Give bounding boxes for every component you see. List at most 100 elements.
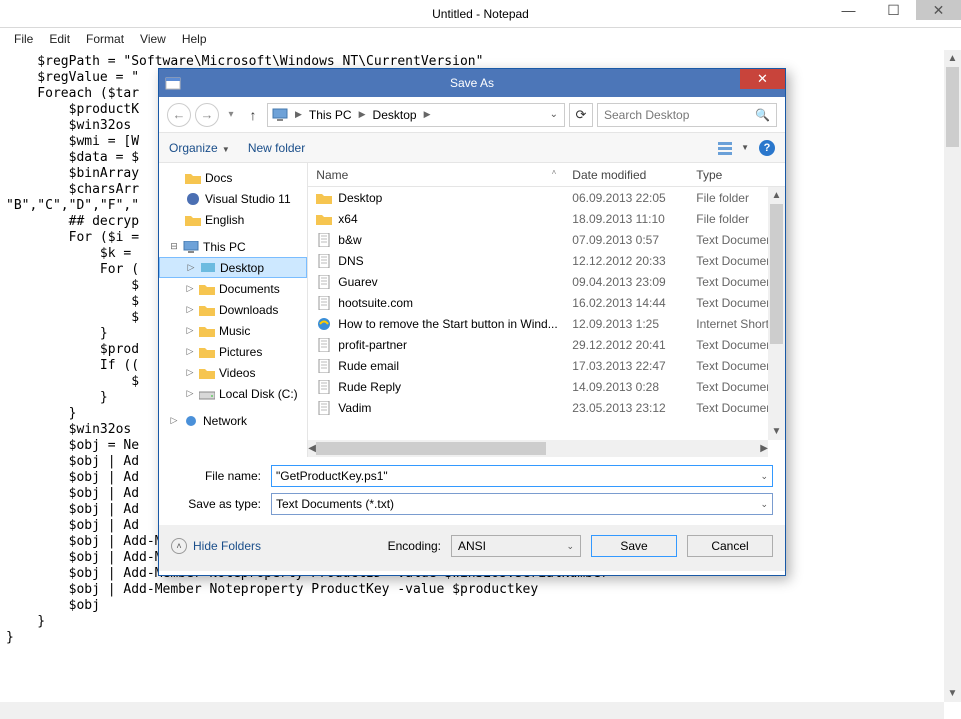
file-list-header[interactable]: Name˄ Date modified Type (308, 163, 785, 187)
cancel-button[interactable]: Cancel (687, 535, 773, 557)
chevron-right-icon[interactable]: ▶ (356, 109, 369, 120)
search-input[interactable]: Search Desktop 🔍 (597, 103, 777, 127)
dialog-title: Save As (450, 76, 494, 90)
dropdown-icon[interactable]: ⌄ (566, 541, 574, 552)
sort-indicator-icon: ˄ (552, 168, 557, 182)
hide-folders-button[interactable]: ˄ Hide Folders (171, 538, 261, 554)
scroll-up-icon[interactable]: ▲ (944, 50, 961, 67)
folder-icon (199, 345, 215, 359)
horizontal-scrollbar[interactable] (0, 702, 944, 719)
expand-icon[interactable]: ▷ (186, 262, 196, 273)
scroll-left-icon[interactable]: ◀ (308, 440, 316, 457)
file-row[interactable]: b&w07.09.2013 0:57Text Document (308, 229, 785, 250)
tree-desktop[interactable]: ▷Desktop (159, 257, 307, 278)
file-row[interactable]: How to remove the Start button in Wind..… (308, 313, 785, 334)
scroll-right-icon[interactable]: ▶ (760, 440, 768, 457)
text-icon (316, 275, 332, 289)
file-row[interactable]: profit-partner29.12.2012 20:41Text Docum… (308, 334, 785, 355)
address-dropdown-icon[interactable]: ⌄ (544, 109, 564, 120)
view-options-button[interactable]: ▼ (718, 141, 749, 155)
menu-help[interactable]: Help (174, 30, 215, 48)
tree-localdisk[interactable]: ▷Local Disk (C:) (159, 383, 307, 404)
column-date[interactable]: Date modified (564, 168, 688, 182)
maximize-button[interactable]: ☐ (871, 0, 916, 20)
tree-english[interactable]: English (159, 209, 307, 230)
file-name: Rude Reply (338, 380, 401, 394)
scroll-thumb[interactable] (770, 204, 783, 344)
file-date: 17.03.2013 22:47 (564, 359, 688, 373)
up-button[interactable]: ↑ (243, 105, 263, 125)
new-folder-button[interactable]: New folder (248, 141, 305, 155)
tree-pictures[interactable]: ▷Pictures (159, 341, 307, 362)
dialog-fields: File name: "GetProductKey.ps1"⌄ Save as … (159, 457, 785, 525)
collapse-icon[interactable]: ⊟ (169, 241, 179, 252)
refresh-button[interactable]: ⟳ (569, 103, 593, 127)
dropdown-icon[interactable]: ⌄ (760, 471, 768, 482)
folder-tree[interactable]: Docs Visual Studio 11 English ⊟This PC ▷… (159, 163, 308, 457)
tree-downloads[interactable]: ▷Downloads (159, 299, 307, 320)
close-button[interactable]: ✕ (916, 0, 961, 20)
tree-network[interactable]: ▷Network (159, 410, 307, 431)
file-name: profit-partner (338, 338, 407, 352)
filelist-horizontal-scrollbar[interactable]: ◀ ▶ (308, 440, 768, 457)
file-row[interactable]: Guarev09.04.2013 23:09Text Document (308, 271, 785, 292)
tree-vs[interactable]: Visual Studio 11 (159, 188, 307, 209)
notepad-titlebar: Untitled - Notepad — ☐ ✕ (0, 0, 961, 28)
tree-thispc[interactable]: ⊟This PC (159, 236, 307, 257)
file-row[interactable]: DNS12.12.2012 20:33Text Document (308, 250, 785, 271)
filelist-vertical-scrollbar[interactable]: ▲ ▼ (768, 187, 785, 440)
vertical-scrollbar[interactable]: ▲ ▼ (944, 50, 961, 702)
file-list: Name˄ Date modified Type Desktop06.09.20… (308, 163, 785, 457)
organize-button[interactable]: Organize ▼ (169, 141, 230, 155)
file-row[interactable]: Rude email17.03.2013 22:47Text Document (308, 355, 785, 376)
file-row[interactable]: Desktop06.09.2013 22:05File folder (308, 187, 785, 208)
filename-input[interactable]: "GetProductKey.ps1"⌄ (271, 465, 773, 487)
column-name[interactable]: Name˄ (308, 168, 564, 182)
tree-music[interactable]: ▷Music (159, 320, 307, 341)
text-icon (316, 359, 332, 373)
scroll-up-icon[interactable]: ▲ (768, 187, 785, 204)
address-bar[interactable]: ▶ This PC ▶ Desktop ▶ ⌄ (267, 103, 565, 127)
dropdown-icon[interactable]: ⌄ (760, 499, 768, 510)
search-placeholder: Search Desktop (604, 108, 689, 122)
minimize-button[interactable]: — (826, 0, 871, 20)
recent-dropdown[interactable]: ▾ (223, 103, 239, 127)
dialog-close-button[interactable]: ✕ (740, 69, 785, 89)
file-row[interactable]: x6418.09.2013 11:10File folder (308, 208, 785, 229)
scroll-down-icon[interactable]: ▼ (944, 685, 961, 702)
file-row[interactable]: Vadim23.05.2013 23:12Text Document (308, 397, 785, 418)
tree-docs[interactable]: Docs (159, 167, 307, 188)
menu-file[interactable]: File (6, 30, 41, 48)
breadcrumb-thispc[interactable]: This PC (305, 108, 356, 122)
file-name: How to remove the Start button in Wind..… (338, 317, 557, 331)
chevron-right-icon[interactable]: ▶ (292, 109, 305, 120)
scroll-thumb[interactable] (946, 67, 959, 147)
notepad-menubar: File Edit Format View Help (0, 28, 961, 50)
file-row[interactable]: hootsuite.com16.02.2013 14:44Text Docume… (308, 292, 785, 313)
pc-icon (183, 240, 199, 254)
folder-icon (199, 366, 215, 380)
column-type[interactable]: Type (688, 168, 785, 182)
menu-view[interactable]: View (132, 30, 174, 48)
vs-icon (185, 192, 201, 206)
notepad-title: Untitled - Notepad (432, 7, 529, 21)
tree-videos[interactable]: ▷Videos (159, 362, 307, 383)
forward-button[interactable]: → (195, 103, 219, 127)
save-button[interactable]: Save (591, 535, 677, 557)
tree-documents[interactable]: ▷Documents (159, 278, 307, 299)
file-row[interactable]: Rude Reply14.09.2013 0:28Text Document (308, 376, 785, 397)
scroll-thumb[interactable] (316, 442, 546, 455)
encoding-select[interactable]: ANSI⌄ (451, 535, 581, 557)
help-icon[interactable]: ? (759, 140, 775, 156)
back-button[interactable]: ← (167, 103, 191, 127)
scroll-down-icon[interactable]: ▼ (768, 423, 785, 440)
savetype-label: Save as type: (171, 497, 271, 511)
menu-format[interactable]: Format (78, 30, 132, 48)
chevron-right-icon[interactable]: ▶ (421, 109, 434, 120)
file-date: 09.04.2013 23:09 (564, 275, 688, 289)
menu-edit[interactable]: Edit (41, 30, 78, 48)
savetype-select[interactable]: Text Documents (*.txt)⌄ (271, 493, 773, 515)
file-name: x64 (338, 212, 357, 226)
breadcrumb-desktop[interactable]: Desktop (369, 108, 421, 122)
folder-icon (316, 191, 332, 205)
